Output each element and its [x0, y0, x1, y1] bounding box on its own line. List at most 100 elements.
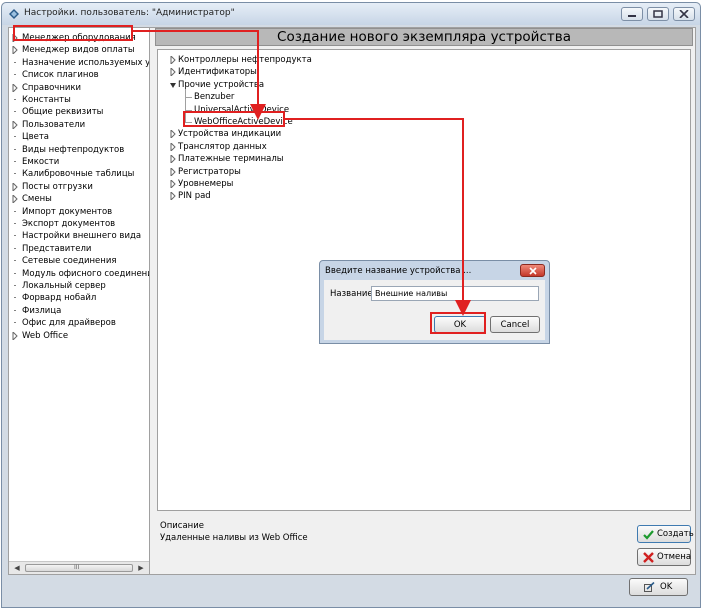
sidebar-item-label: Импорт документов: [22, 206, 113, 217]
collapsed-arrow-icon[interactable]: [170, 142, 176, 151]
dialog-title: Введите название устройства ...: [325, 266, 472, 276]
ok-pen-icon: [644, 582, 655, 592]
sidebar-item[interactable]: Емкости: [9, 156, 149, 168]
collapsed-arrow-icon[interactable]: [12, 195, 18, 204]
sidebar-item[interactable]: Форвард нобайл: [9, 292, 149, 304]
tree-dot: [14, 297, 16, 299]
sidebar-item[interactable]: Виды нефтепродуктов: [9, 144, 149, 156]
sidebar-item[interactable]: Офис для драйверов: [9, 317, 149, 329]
cancel-button-label: Отмена: [657, 552, 692, 562]
sidebar-item[interactable]: Модуль офисного соединения: [9, 268, 150, 280]
sidebar-item[interactable]: Сетевые соединения: [9, 255, 149, 267]
sidebar-item-label: Модуль офисного соединения: [22, 268, 150, 279]
sidebar-item[interactable]: Представители: [9, 243, 149, 255]
sidebar-item[interactable]: Список плагинов: [9, 69, 149, 81]
page-title: Создание нового экземпляра устройства: [277, 29, 571, 45]
scroll-thumb[interactable]: III: [25, 564, 133, 572]
tree-item-label: Платежные терминалы: [178, 154, 284, 165]
tree-dot: [14, 111, 16, 113]
collapsed-arrow-icon[interactable]: [170, 155, 176, 164]
collapsed-arrow-icon[interactable]: [170, 180, 176, 188]
sidebar-item-label: Настройки внешнего вида: [22, 231, 142, 242]
collapsed-arrow-icon[interactable]: [170, 167, 176, 176]
scroll-right-icon[interactable]: ▶: [135, 563, 147, 573]
scroll-left-icon[interactable]: ◀: [11, 563, 23, 573]
minimize-button[interactable]: [621, 7, 643, 21]
sidebar-item[interactable]: Калибровочные таблицы: [9, 168, 149, 180]
tree-dot: [14, 247, 16, 249]
sidebar-item[interactable]: Назначение используемых устр: [9, 57, 150, 69]
scroll-grip: III: [74, 564, 80, 571]
sidebar-item-label: Сетевые соединения: [22, 256, 117, 267]
tree-item-label: PIN pad: [178, 191, 211, 202]
sidebar-item-label: Список плагинов: [22, 70, 99, 81]
tree-dot: [14, 260, 16, 262]
sidebar-item[interactable]: Пользователи: [9, 119, 149, 131]
sidebar-item[interactable]: Общие реквизиты: [9, 106, 149, 118]
sidebar-item[interactable]: Физлица: [9, 305, 149, 317]
highlight-dialog-ok: [430, 312, 486, 334]
sidebar-item-label: Справочники: [22, 82, 82, 93]
sidebar-item-label: Физлица: [22, 305, 62, 316]
dialog-cancel-label: Cancel: [500, 320, 530, 330]
tree-dot: [14, 235, 16, 237]
tree-dot: [14, 223, 16, 224]
sidebar-item-label: Экспорт документов: [22, 219, 116, 229]
tree-dot: [14, 285, 16, 286]
close-icon: [679, 10, 689, 18]
cancel-button[interactable]: Отмена: [637, 548, 691, 566]
sidebar-item-label: Назначение используемых устр: [22, 57, 150, 68]
ok-button-label: OK: [660, 582, 673, 592]
collapsed-arrow-icon[interactable]: [12, 120, 18, 129]
close-icon: [529, 267, 537, 275]
sidebar-item[interactable]: Справочники: [9, 82, 149, 94]
tree-dot: [14, 148, 16, 150]
dialog-cancel-button[interactable]: Cancel: [490, 316, 540, 333]
tree-item-label: Идентификаторы: [178, 67, 257, 78]
cross-icon: [643, 552, 654, 563]
collapsed-arrow-icon[interactable]: [12, 83, 18, 92]
sidebar-item-label: Представители: [22, 243, 92, 254]
create-button-label: Создать: [657, 529, 694, 539]
highlight-weboffice-device: [183, 111, 285, 127]
maximize-button[interactable]: [647, 7, 669, 21]
sidebar-item[interactable]: Константы: [9, 94, 149, 106]
sidebar-item[interactable]: Настройки внешнего вида: [9, 230, 149, 242]
collapsed-arrow-icon[interactable]: [12, 182, 18, 191]
collapsed-arrow-icon[interactable]: [170, 130, 176, 139]
tree-dot: [14, 309, 16, 311]
tree-item-label: Прочие устройства: [178, 79, 265, 90]
sidebar-item-label: Цвета: [22, 132, 49, 143]
window-title: Настройки. пользователь: "Администратор": [24, 8, 235, 18]
tree-item-label: Транслятор данных: [178, 141, 267, 152]
collapsed-arrow-icon[interactable]: [170, 56, 176, 64]
sidebar-item-label: Web Office: [22, 330, 69, 341]
sidebar-item[interactable]: Экспорт документов: [9, 218, 149, 230]
tree-dot: [14, 99, 16, 100]
sidebar-item[interactable]: Локальный сервер: [9, 280, 149, 292]
tree-dot: [14, 210, 16, 212]
title-bar[interactable]: Настройки. пользователь: "Администратор": [2, 3, 700, 25]
collapsed-arrow-icon[interactable]: [170, 192, 176, 201]
sidebar-item[interactable]: Посты отгрузки: [9, 181, 149, 193]
expanded-arrow-icon[interactable]: [170, 81, 176, 89]
tree-dot: [14, 61, 16, 63]
create-button[interactable]: Создать: [637, 525, 694, 543]
dialog-close-button[interactable]: [520, 264, 545, 277]
sidebar-item[interactable]: Web Office: [9, 330, 149, 342]
sidebar-item-label: Локальный сервер: [22, 281, 106, 291]
sidebar-item[interactable]: Импорт документов: [9, 206, 149, 218]
collapsed-arrow-icon[interactable]: [12, 331, 18, 340]
sidebar-item[interactable]: Менеджер видов оплаты: [9, 44, 149, 56]
sidebar-item[interactable]: Смены: [9, 193, 149, 205]
collapsed-arrow-icon[interactable]: [170, 68, 176, 77]
collapsed-arrow-icon[interactable]: [12, 46, 18, 55]
device-name-input[interactable]: [371, 286, 539, 301]
close-button[interactable]: [673, 7, 695, 21]
ok-button[interactable]: OK: [629, 578, 688, 596]
sidebar-item-label: Менеджер видов оплаты: [22, 45, 135, 56]
sidebar-item-label: Емкости: [22, 157, 60, 167]
sidebar-item[interactable]: Цвета: [9, 131, 149, 143]
sidebar-hscrollbar[interactable]: ◀ III ▶: [9, 561, 149, 574]
tree-dot: [14, 173, 16, 175]
